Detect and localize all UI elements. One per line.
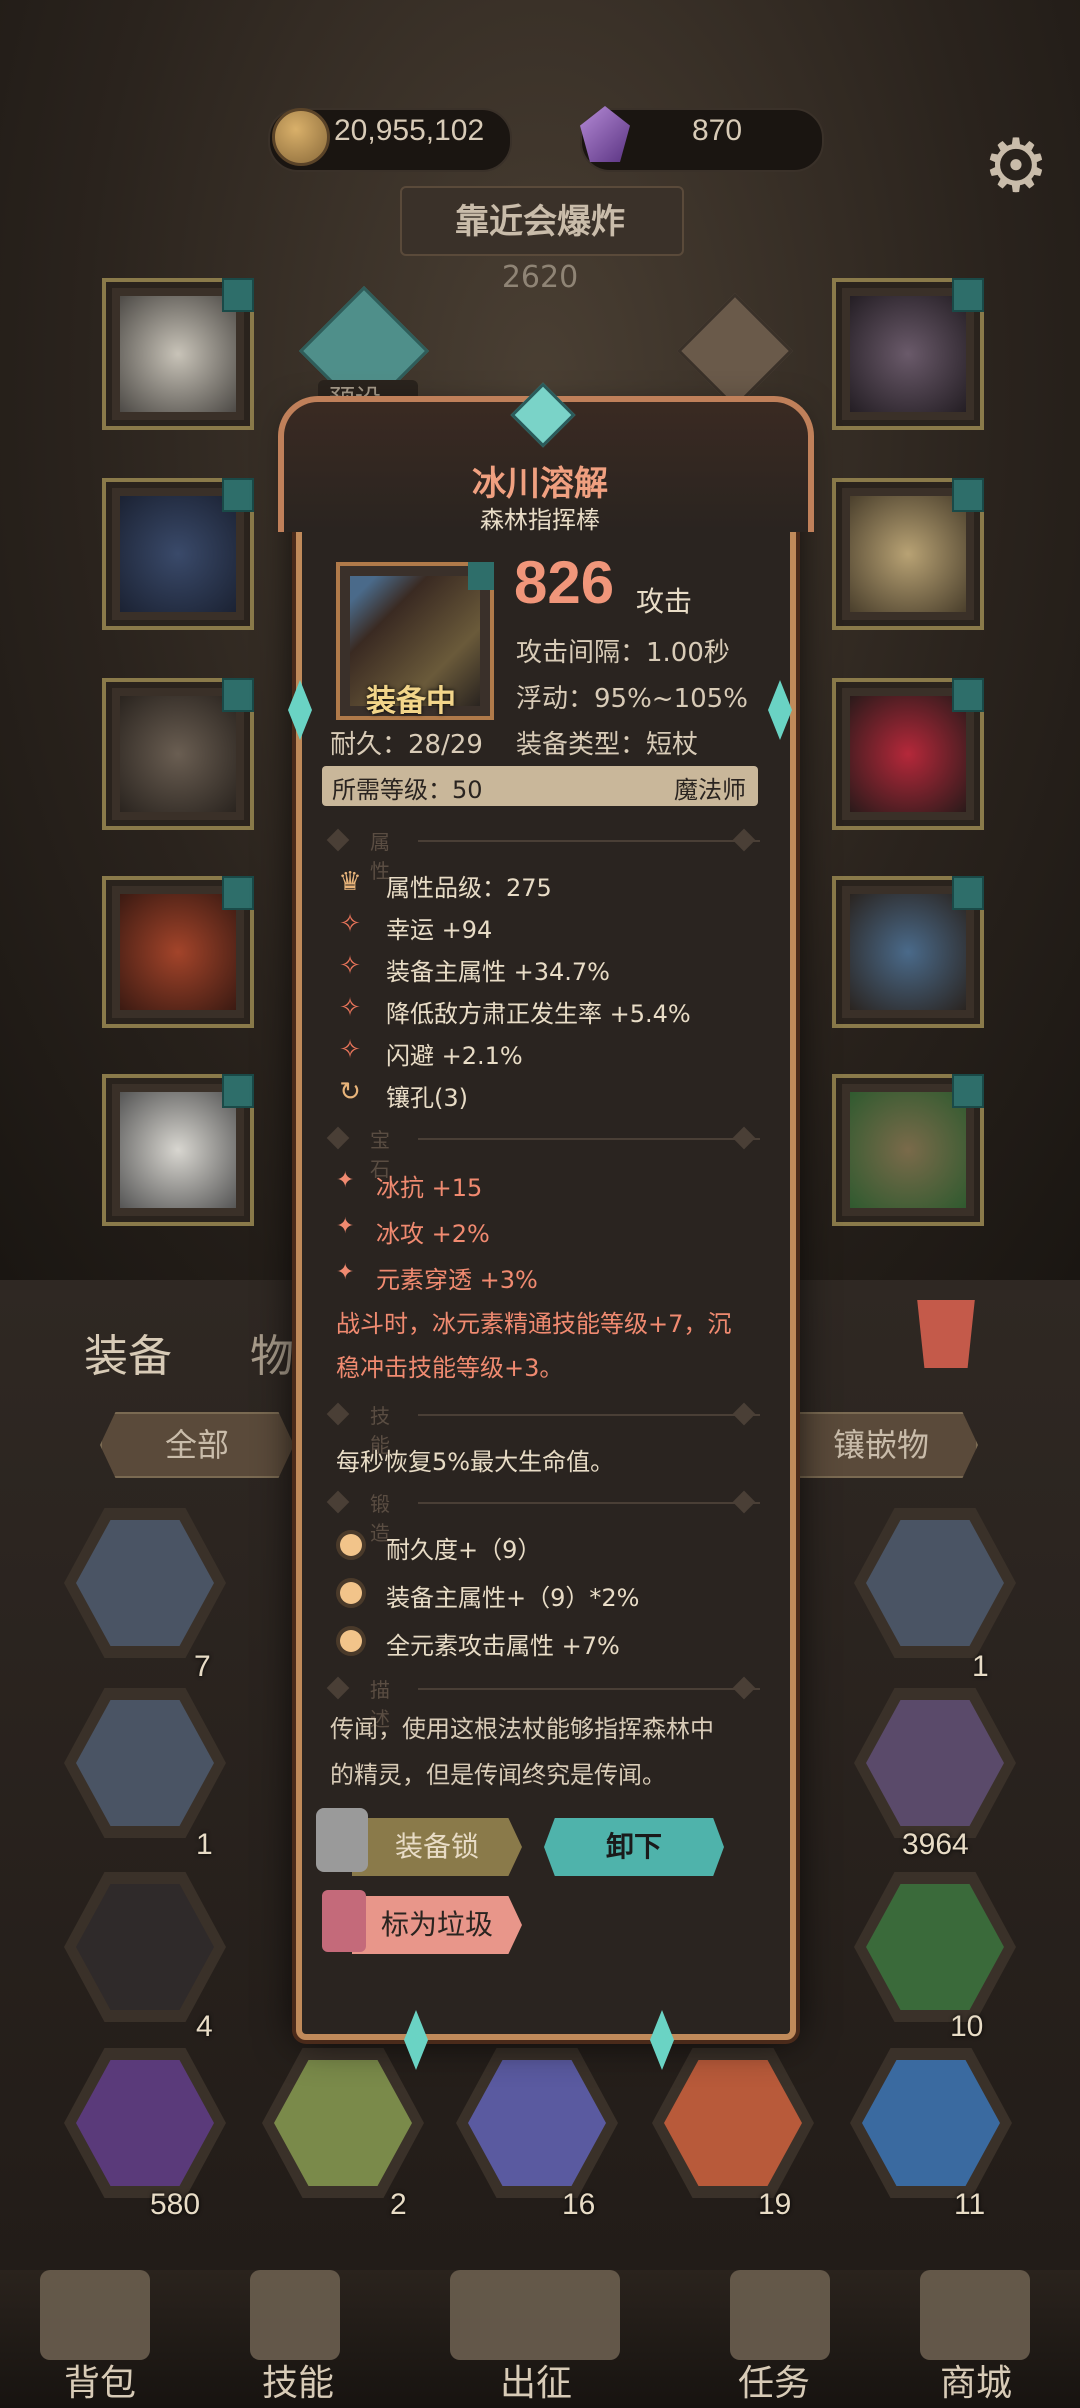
float-range: 浮动：95%~105% — [516, 684, 748, 714]
gem-line: 冰攻 +2% — [376, 1220, 490, 1248]
lock-flag-icon — [952, 1074, 984, 1108]
attr-star-icon: ✧ — [339, 993, 361, 1023]
required-level: 所需等级：50 — [332, 776, 483, 804]
forge-dot-icon — [340, 1582, 362, 1604]
equip-slot-offhand[interactable] — [832, 1074, 984, 1226]
lock-flag-icon — [468, 562, 494, 590]
nav-shop[interactable]: 商城 — [940, 2354, 1012, 2406]
gem-line: 元素穿透 +3% — [376, 1266, 538, 1294]
socket-cycle-icon: ↻ — [339, 1077, 361, 1107]
attack-label: 攻击 — [636, 585, 693, 618]
attack-interval: 攻击间隔：1.00秒 — [516, 638, 730, 668]
attr-line: 幸运 +94 — [386, 916, 493, 944]
forge-line: 全元素攻击属性 +7% — [386, 1632, 620, 1660]
attr-line: 闪避 +2.1% — [386, 1042, 523, 1070]
trash-lantern-icon — [322, 1890, 366, 1952]
item-name: 冰川溶解 — [472, 464, 608, 504]
equipped-status: 装备中 — [366, 684, 456, 719]
attr-star-icon: ✧ — [339, 909, 361, 939]
gem-line: 冰抗 +15 — [376, 1174, 483, 1202]
equip-slot-armor[interactable] — [102, 678, 254, 830]
attr-quality: 属性品级：275 — [386, 874, 552, 902]
lock-flag-icon — [222, 678, 254, 712]
item-count: 7 — [194, 1650, 211, 1683]
quest-scroll-icon[interactable] — [730, 2270, 830, 2360]
skill-book-icon[interactable] — [250, 2270, 340, 2360]
item-count: 4 — [196, 2010, 213, 2043]
item-count: 16 — [562, 2188, 596, 2221]
settings-gear-icon[interactable]: ⚙ — [976, 126, 1056, 206]
forge-dot-icon — [340, 1534, 362, 1556]
attack-value: 826 — [514, 549, 615, 616]
battle-effect-line-1: 战斗时，冰元素精通技能等级+7，沉 — [336, 1310, 732, 1338]
backpack-icon[interactable] — [40, 2270, 150, 2360]
item-count: 19 — [758, 2188, 792, 2221]
gem-amount: 870 — [692, 114, 743, 147]
equip-slot-ring[interactable] — [832, 678, 984, 830]
lock-flag-icon — [222, 876, 254, 910]
nav-skills[interactable]: 技能 — [262, 2354, 334, 2406]
mark-trash-button[interactable]: 标为垃圾 — [352, 1896, 522, 1954]
lock-flag-icon — [222, 278, 254, 312]
item-type-name: 森林指挥棒 — [480, 506, 600, 534]
lock-flag-icon — [952, 478, 984, 512]
equip-slot-shoulder[interactable] — [102, 478, 254, 630]
equip-type: 装备类型：短杖 — [516, 730, 699, 760]
gem-sparkle-icon: ✦ — [336, 1214, 355, 1239]
lock-flag-icon — [222, 478, 254, 512]
character-title: 靠近会爆炸 — [455, 202, 625, 242]
item-count: 10 — [950, 2010, 984, 2043]
equip-slot-gloves[interactable] — [832, 478, 984, 630]
item-count: 11 — [954, 2188, 986, 2221]
quality-crown-icon: ♛ — [338, 867, 362, 897]
filter-gems-button[interactable]: 镶嵌物 — [784, 1412, 978, 1478]
sword-icon[interactable] — [450, 2270, 620, 2360]
forge-line: 装备主属性+（9）*2% — [386, 1584, 640, 1612]
forge-line: 耐久度+（9） — [386, 1536, 542, 1564]
padlock-icon — [316, 1808, 368, 1872]
lock-flag-icon — [952, 278, 984, 312]
item-count: 1 — [196, 1828, 213, 1861]
filter-all-button[interactable]: 全部 — [100, 1412, 294, 1478]
durability: 耐久：28/29 — [330, 730, 483, 760]
equip-slot-helmet[interactable] — [102, 278, 254, 430]
item-count: 580 — [150, 2188, 201, 2221]
equip-slot-necklace[interactable] — [832, 278, 984, 430]
lock-flag-icon — [952, 678, 984, 712]
description-line-2: 的精灵，但是传闻终究是传闻。 — [330, 1761, 666, 1789]
gold-coin-icon — [272, 108, 330, 166]
gold-amount: 20,955,102 — [334, 114, 485, 147]
socket-count: 镶孔(3) — [386, 1084, 468, 1112]
lock-flag-icon — [952, 876, 984, 910]
unequip-button[interactable]: 卸下 — [544, 1818, 724, 1876]
nav-quests[interactable]: 任务 — [738, 2354, 810, 2406]
nav-expedition[interactable]: 出征 — [500, 2354, 572, 2406]
attr-line: 降低敌方肃正发生率 +5.4% — [386, 1000, 691, 1028]
required-class: 魔法师 — [674, 776, 746, 804]
item-count: 2 — [390, 2188, 407, 2221]
equip-slot-boots[interactable] — [102, 1074, 254, 1226]
equip-slot-pants[interactable] — [102, 876, 254, 1028]
skill-effect: 每秒恢复5%最大生命值。 — [336, 1448, 615, 1476]
gem-sparkle-icon: ✦ — [336, 1260, 355, 1285]
attr-star-icon: ✧ — [339, 951, 361, 981]
equip-slot-weapon[interactable] — [832, 876, 984, 1028]
item-count: 3964 — [902, 1828, 969, 1861]
attr-line: 装备主属性 +34.7% — [386, 958, 610, 986]
battle-effect-line-2: 稳冲击技能等级+3。 — [336, 1354, 564, 1382]
gem-sparkle-icon: ✦ — [336, 1168, 355, 1193]
shop-crown-icon[interactable] — [920, 2270, 1030, 2360]
forge-dot-icon — [340, 1630, 362, 1652]
lock-flag-icon — [222, 1074, 254, 1108]
tab-equipment[interactable]: 装备 — [84, 1320, 172, 1384]
power-value: 2620 — [501, 260, 579, 295]
item-count: 1 — [972, 1650, 989, 1683]
description-line-1: 传闻，使用这根法杖能够指挥森林中 — [330, 1715, 714, 1743]
nav-backpack[interactable]: 背包 — [64, 2354, 136, 2406]
attr-star-icon: ✧ — [339, 1035, 361, 1065]
equip-lock-button[interactable]: 装备锁 — [352, 1818, 522, 1876]
